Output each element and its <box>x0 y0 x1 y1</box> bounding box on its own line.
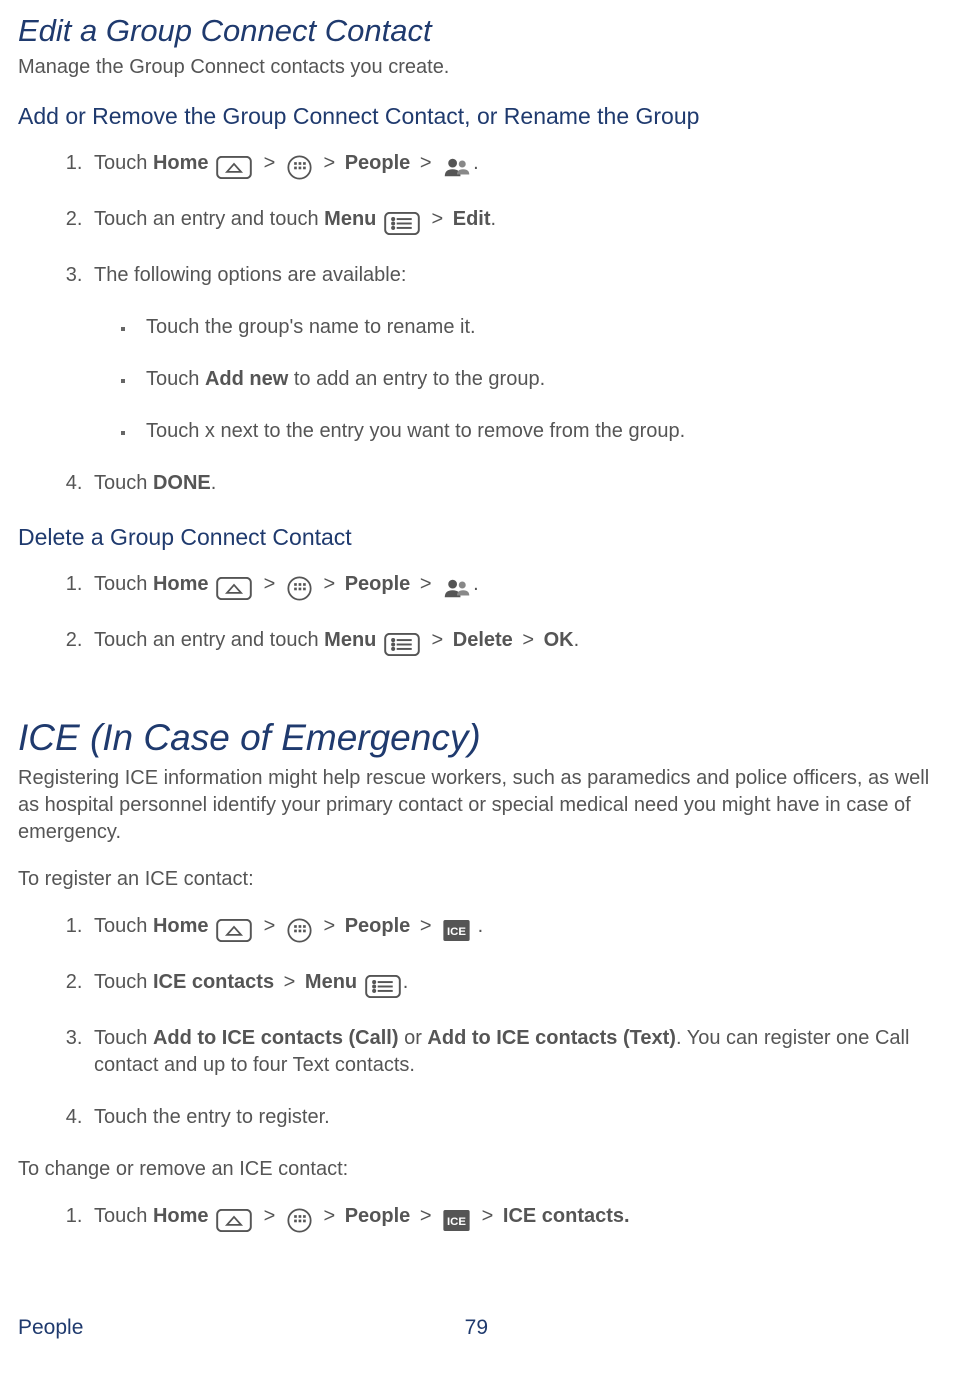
chevron: > <box>416 1205 436 1227</box>
step: Touch the entry to register. <box>88 1104 948 1131</box>
label-done: DONE <box>153 472 211 494</box>
steps-change-ice: Touch Home > > People > > ICE contacts. <box>18 1203 948 1234</box>
label-delete: Delete <box>453 629 513 651</box>
label-home: Home <box>153 915 209 937</box>
text: Touch <box>146 368 205 390</box>
chevron: > <box>518 629 538 651</box>
label-ok: OK <box>544 629 574 651</box>
home-icon <box>216 575 252 602</box>
ice-icon <box>443 1207 470 1234</box>
text: Touch an entry and touch <box>94 629 324 651</box>
label-ice-contacts: ICE contacts. <box>503 1205 630 1227</box>
chevron: > <box>319 152 339 174</box>
label-people: People <box>345 915 411 937</box>
label-add-text: Add to ICE contacts (Text) <box>427 1027 676 1049</box>
substeps: Touch the group's name to rename it. Tou… <box>94 314 948 445</box>
chevron: > <box>260 915 280 937</box>
text: Touch <box>94 152 153 174</box>
ice-icon <box>443 917 470 944</box>
step: Touch ICE contacts > Menu . <box>88 969 948 1000</box>
chevron: > <box>260 573 280 595</box>
text: Touch <box>94 971 153 993</box>
steps-register-ice: Touch Home > > People > . Touch ICE cont… <box>18 913 948 1131</box>
step: Touch an entry and touch Menu > Delete >… <box>88 627 948 658</box>
chevron: > <box>416 915 436 937</box>
text: Touch <box>94 915 153 937</box>
text: Touch <box>94 472 153 494</box>
steps-delete: Touch Home > > People > . Touch an entry… <box>18 571 948 658</box>
label-menu: Menu <box>324 629 376 651</box>
step: Touch Home > > People > . <box>88 571 948 602</box>
step: Touch an entry and touch Menu > Edit. <box>88 206 948 237</box>
step: Touch Home > > People > . <box>88 913 948 944</box>
footer: People 79 <box>18 1314 948 1342</box>
text: . <box>211 472 217 494</box>
text: The following options are available: <box>94 264 406 286</box>
desc-ice: Registering ICE information might help r… <box>18 765 948 846</box>
label-home: Home <box>153 573 209 595</box>
apps-icon <box>287 917 312 944</box>
step: Touch Home > > People > > ICE contacts. <box>88 1203 948 1234</box>
menu-icon <box>384 631 420 658</box>
chevron: > <box>428 208 448 230</box>
text: Touch <box>94 573 153 595</box>
home-icon <box>216 917 252 944</box>
text: to add an entry to the group. <box>288 368 545 390</box>
label-home: Home <box>153 152 209 174</box>
apps-icon <box>287 154 312 181</box>
group-icon <box>443 154 471 181</box>
text: Touch <box>94 1205 153 1227</box>
label-add-call: Add to ICE contacts (Call) <box>153 1027 399 1049</box>
chevron: > <box>280 971 300 993</box>
apps-icon <box>287 1207 312 1234</box>
label-add-new: Add new <box>205 368 288 390</box>
group-icon <box>443 575 471 602</box>
label-people: People <box>345 152 411 174</box>
label-menu: Menu <box>324 208 376 230</box>
label-menu: Menu <box>305 971 357 993</box>
heading-ice: ICE (In Case of Emergency) <box>18 713 948 763</box>
chevron: > <box>260 152 280 174</box>
subhead-delete: Delete a Group Connect Contact <box>18 522 948 553</box>
label-home: Home <box>153 1205 209 1227</box>
subhead-add-remove: Add or Remove the Group Connect Contact,… <box>18 101 948 132</box>
label-people: People <box>345 573 411 595</box>
text: Touch <box>94 1027 153 1049</box>
chevron: > <box>260 1205 280 1227</box>
text: Touch an entry and touch <box>94 208 324 230</box>
chevron: > <box>428 629 448 651</box>
apps-icon <box>287 575 312 602</box>
step: Touch Add to ICE contacts (Call) or Add … <box>88 1025 948 1079</box>
substep: Touch x next to the entry you want to re… <box>136 418 948 445</box>
chevron: > <box>319 573 339 595</box>
substep: Touch Add new to add an entry to the gro… <box>136 366 948 393</box>
home-icon <box>216 154 252 181</box>
chevron: > <box>478 1205 498 1227</box>
text: or <box>399 1027 428 1049</box>
chevron: > <box>416 573 436 595</box>
chevron: > <box>319 915 339 937</box>
para-register: To register an ICE contact: <box>18 866 948 893</box>
footer-section: People <box>18 1314 83 1342</box>
step: Touch Home > > People > . <box>88 150 948 181</box>
home-icon <box>216 1207 252 1234</box>
label-edit: Edit <box>453 208 491 230</box>
step: The following options are available: Tou… <box>88 262 948 445</box>
label-people: People <box>345 1205 411 1227</box>
substep: Touch the group's name to rename it. <box>136 314 948 341</box>
text: . <box>574 629 580 651</box>
label-ice-contacts: ICE contacts <box>153 971 274 993</box>
para-change: To change or remove an ICE contact: <box>18 1156 948 1183</box>
desc-edit-group: Manage the Group Connect contacts you cr… <box>18 54 948 81</box>
heading-edit-group: Edit a Group Connect Contact <box>18 10 948 52</box>
chevron: > <box>319 1205 339 1227</box>
footer-page-number: 79 <box>465 1314 488 1342</box>
menu-icon <box>365 973 401 1000</box>
step: Touch DONE. <box>88 470 948 497</box>
chevron: > <box>416 152 436 174</box>
steps-add-remove: Touch Home > > People > . Touch an entry… <box>18 150 948 497</box>
text: . <box>491 208 497 230</box>
menu-icon <box>384 210 420 237</box>
